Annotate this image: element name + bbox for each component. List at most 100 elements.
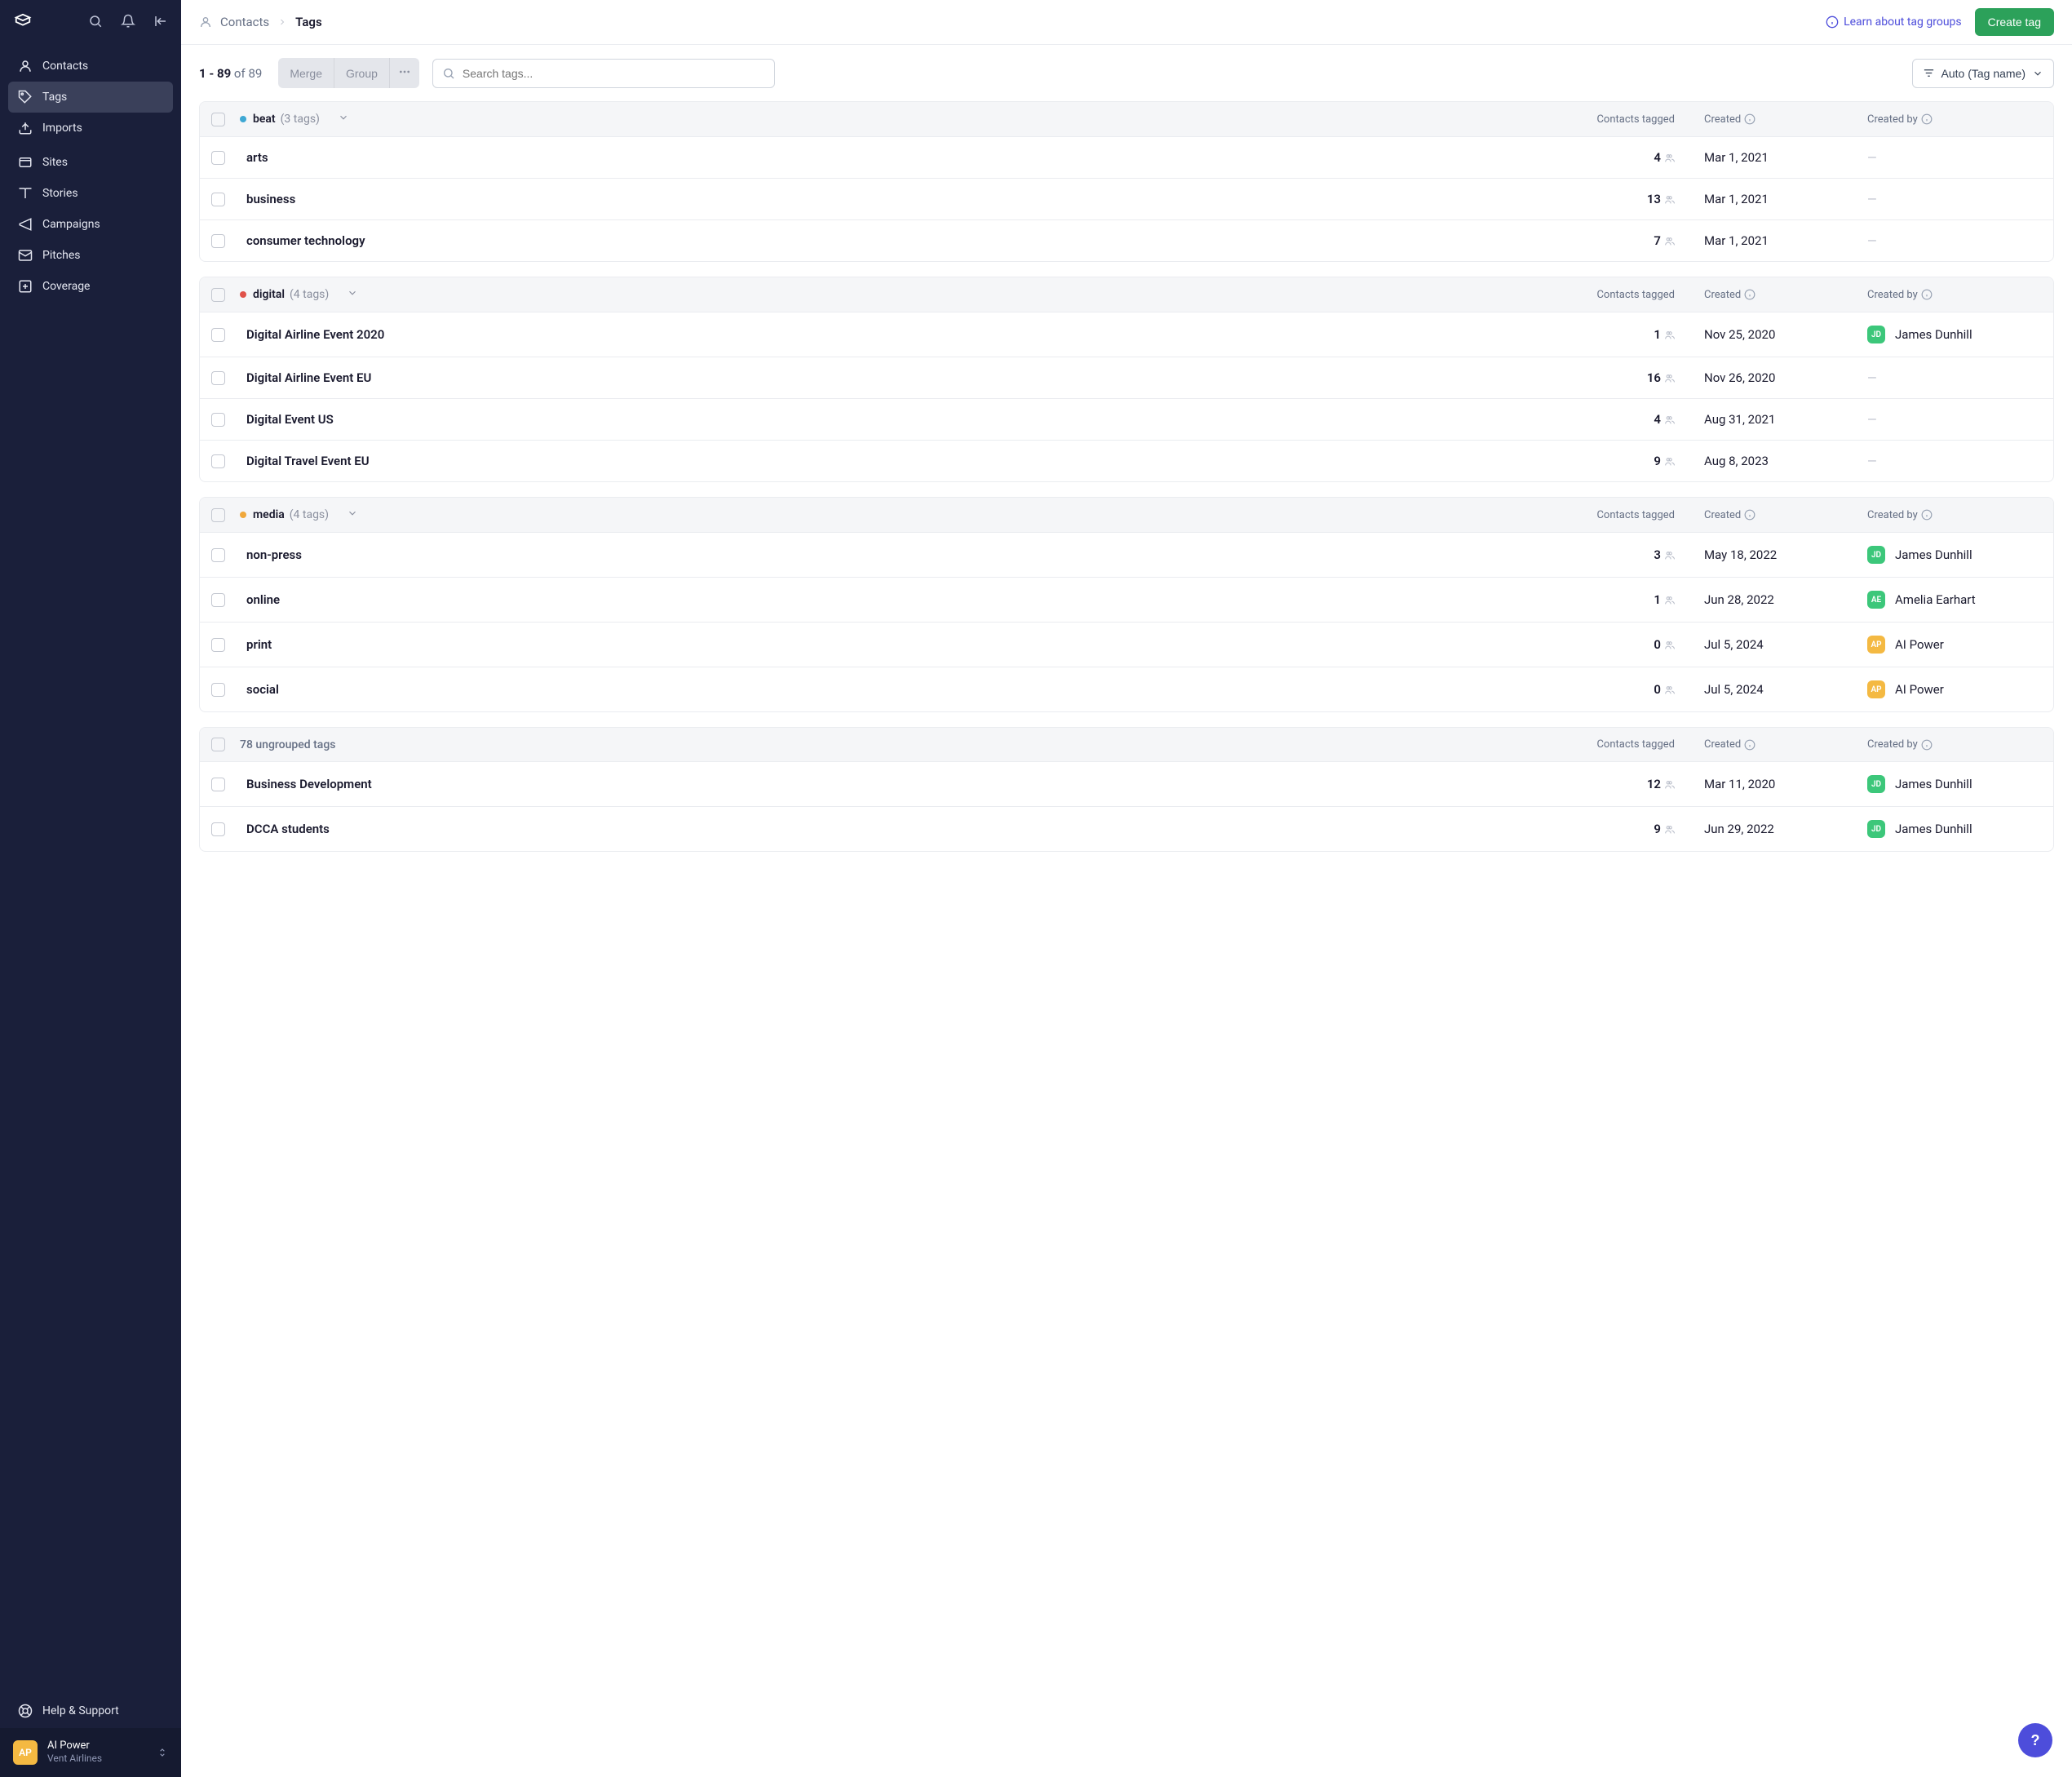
tag-name[interactable]: Digital Airline Event EU (246, 370, 1528, 385)
app-logo[interactable] (13, 11, 33, 31)
people-icon (1664, 194, 1675, 205)
group-checkbox[interactable] (211, 508, 225, 522)
nav-imports[interactable]: Imports (8, 113, 173, 144)
more-actions-button[interactable] (389, 58, 419, 88)
tag-row[interactable]: Digital Airline Event 2020 1 Nov 25, 202… (200, 312, 2053, 357)
contacts-icon (199, 16, 212, 29)
search-input[interactable] (432, 59, 775, 88)
breadcrumb-parent[interactable]: Contacts (220, 15, 269, 29)
col-created: Created (1675, 289, 1838, 301)
tag-row[interactable]: business 13 Mar 1, 2021 — (200, 178, 2053, 219)
tag-row[interactable]: non-press 3 May 18, 2022 JDJames Dunhill (200, 532, 2053, 577)
tag-created: Jul 5, 2024 (1675, 682, 1838, 697)
nav-sites[interactable]: Sites (8, 147, 173, 178)
tag-name[interactable]: Digital Airline Event 2020 (246, 327, 1528, 342)
group-color-dot (240, 512, 246, 518)
create-tag-button[interactable]: Create tag (1975, 8, 2054, 36)
row-checkbox[interactable] (211, 413, 225, 427)
tag-contacts: 4 (1528, 412, 1675, 427)
nav-stories[interactable]: Stories (8, 178, 173, 209)
tag-contacts: 4 (1528, 150, 1675, 165)
tag-row[interactable]: social 0 Jul 5, 2024 APAI Power (200, 667, 2053, 711)
tag-name[interactable]: social (246, 682, 1528, 697)
tag-author: AP AI Power (1838, 680, 2042, 698)
tag-created: Nov 26, 2020 (1675, 370, 1838, 385)
tag-name[interactable]: online (246, 592, 1528, 607)
people-icon (1664, 640, 1675, 650)
row-checkbox[interactable] (211, 683, 225, 697)
nav-tags[interactable]: Tags (8, 82, 173, 113)
tag-author: — (1838, 454, 2042, 468)
breadcrumb-current: Tags (295, 15, 322, 29)
row-checkbox[interactable] (211, 328, 225, 342)
tag-name[interactable]: consumer technology (246, 233, 1528, 248)
tag-name[interactable]: Business Development (246, 777, 1528, 791)
tag-name[interactable]: DCCA students (246, 822, 1528, 836)
group-checkbox[interactable] (211, 738, 225, 751)
tag-name[interactable]: arts (246, 150, 1528, 165)
author-name: James Dunhill (1895, 327, 1972, 342)
collapse-group[interactable] (347, 507, 358, 522)
nav-contacts[interactable]: Contacts (8, 51, 173, 82)
row-checkbox[interactable] (211, 454, 225, 468)
tag-row[interactable]: consumer technology 7 Mar 1, 2021 — (200, 219, 2053, 261)
tag-row[interactable]: DCCA students 9 Jun 29, 2022 JDJames Dun… (200, 806, 2053, 851)
user-menu[interactable]: AP AI Power Vent Airlines (0, 1728, 181, 1777)
collapse-sidebar-icon[interactable] (153, 14, 168, 29)
group-button[interactable]: Group (334, 58, 389, 88)
nav-pitches[interactable]: Pitches (8, 240, 173, 271)
tag-contacts: 0 (1528, 637, 1675, 652)
tag-author: JDJames Dunhill (1838, 820, 2042, 838)
row-checkbox[interactable] (211, 371, 225, 385)
help-support[interactable]: Help & Support (0, 1694, 181, 1728)
tag-group: media (4 tags) Contacts tagged Created C… (199, 497, 2054, 712)
row-checkbox[interactable] (211, 638, 225, 652)
author-name: AI Power (1895, 682, 1944, 697)
search-icon[interactable] (88, 14, 103, 29)
nav-coverage[interactable]: Coverage (8, 271, 173, 302)
author-name: James Dunhill (1895, 777, 1972, 791)
row-checkbox[interactable] (211, 593, 225, 607)
row-checkbox[interactable] (211, 822, 225, 836)
author-avatar: AP (1867, 680, 1885, 698)
tag-row[interactable]: Digital Airline Event EU 16 Nov 26, 2020… (200, 357, 2053, 398)
tag-name[interactable]: non-press (246, 547, 1528, 562)
tag-row[interactable]: print 0 Jul 5, 2024 APAI Power (200, 622, 2053, 667)
tag-created: Mar 1, 2021 (1675, 233, 1838, 248)
group-name: media (253, 508, 285, 521)
tag-row[interactable]: arts 4 Mar 1, 2021 — (200, 136, 2053, 178)
row-checkbox[interactable] (211, 778, 225, 791)
tag-name[interactable]: Digital Travel Event EU (246, 454, 1528, 468)
group-checkbox[interactable] (211, 113, 225, 126)
nav-campaigns[interactable]: Campaigns (8, 209, 173, 240)
tag-name[interactable]: Digital Event US (246, 412, 1528, 427)
tag-name[interactable]: print (246, 637, 1528, 652)
toolbar: 1 - 89 of 89 Merge Group Auto (Tag name) (181, 45, 2072, 101)
sort-button[interactable]: Auto (Tag name) (1912, 59, 2055, 88)
help-fab[interactable]: ? (2018, 1723, 2052, 1757)
tag-row[interactable]: Business Development 12 Mar 11, 2020 JDJ… (200, 761, 2053, 806)
chevron-updown-icon (157, 1747, 168, 1758)
tag-name[interactable]: business (246, 192, 1528, 206)
tag-row[interactable]: online 1 Jun 28, 2022 AEAmelia Earhart (200, 577, 2053, 622)
row-checkbox[interactable] (211, 151, 225, 165)
chevron-down-icon (2032, 68, 2043, 79)
tag-row[interactable]: Digital Travel Event EU 9 Aug 8, 2023 — (200, 440, 2053, 481)
row-checkbox[interactable] (211, 548, 225, 562)
merge-button[interactable]: Merge (278, 58, 334, 88)
info-icon (1921, 739, 1933, 751)
learn-link[interactable]: Learn about tag groups (1826, 16, 1962, 29)
row-checkbox[interactable] (211, 234, 225, 248)
tag-contacts: 3 (1528, 547, 1675, 562)
people-icon (1664, 153, 1675, 163)
bell-icon[interactable] (121, 14, 135, 29)
group-header: beat (3 tags) Contacts tagged Created Cr… (200, 102, 2053, 136)
collapse-group[interactable] (347, 287, 358, 302)
tag-row[interactable]: Digital Event US 4 Aug 31, 2021 — (200, 398, 2053, 440)
collapse-group[interactable] (338, 112, 349, 126)
tag-contacts: 16 (1528, 370, 1675, 385)
tag-contacts: 12 (1528, 777, 1675, 791)
group-checkbox[interactable] (211, 288, 225, 302)
tag-author: — (1838, 370, 2042, 385)
row-checkbox[interactable] (211, 193, 225, 206)
